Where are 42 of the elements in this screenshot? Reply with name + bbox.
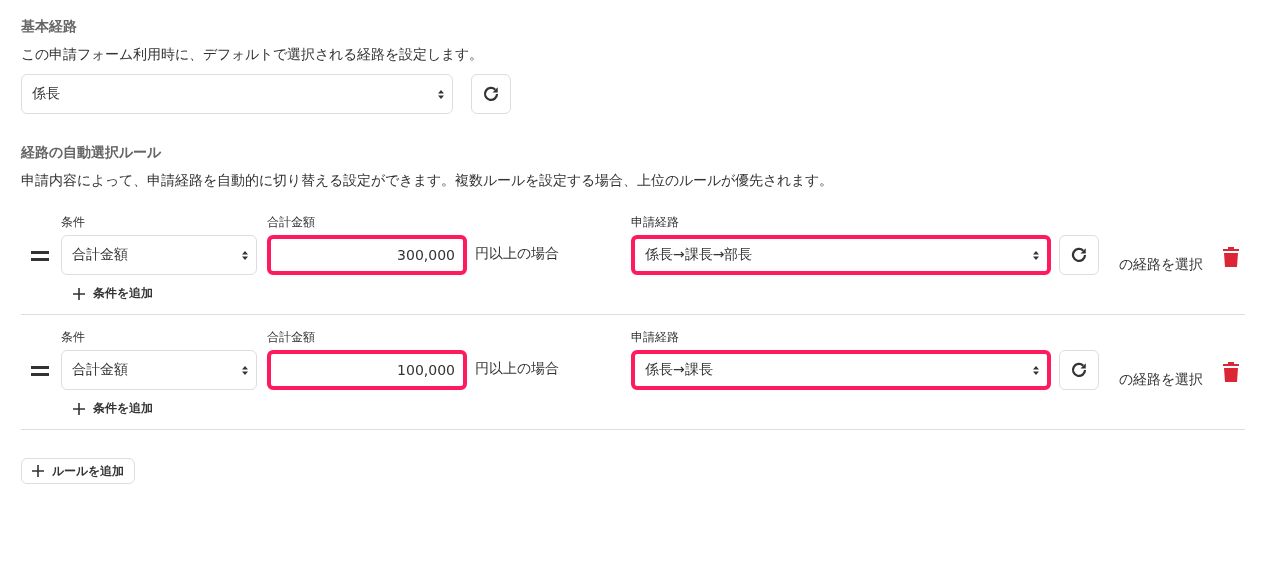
refresh-button[interactable] [1059, 235, 1099, 275]
plus-icon [73, 287, 85, 300]
route-suffix: の経路を選択 [1119, 370, 1203, 389]
select-caret-icon [1033, 365, 1039, 375]
refresh-icon [482, 85, 500, 103]
field-label: 条件 [61, 329, 86, 346]
add-rule-button[interactable]: ルールを追加 [21, 458, 135, 484]
route-select[interactable]: 係長→課長→部長 [631, 235, 1051, 275]
drag-handle-icon[interactable] [31, 251, 49, 261]
route-select[interactable]: 係長 [21, 74, 453, 114]
trash-icon[interactable] [1223, 247, 1239, 267]
section-heading: 経路の自動選択ルール [21, 144, 162, 162]
refresh-icon [1070, 246, 1088, 264]
select-caret-icon [242, 365, 248, 375]
amount-field[interactable]: 100,000 [267, 350, 467, 390]
amount-field[interactable]: 300,000 [267, 235, 467, 275]
field-label: 申請経路 [631, 214, 680, 231]
field-label: 条件 [61, 214, 86, 231]
select-caret-icon [438, 89, 444, 99]
select-caret-icon [242, 250, 248, 260]
plus-icon [32, 465, 44, 477]
drag-handle-icon[interactable] [31, 366, 49, 376]
trash-icon[interactable] [1223, 362, 1239, 382]
section-heading: 基本経路 [21, 18, 78, 36]
field-label: 申請経路 [631, 329, 680, 346]
field-label: 合計金額 [267, 214, 316, 231]
condition-select[interactable]: 合計金額 [61, 235, 257, 275]
refresh-button[interactable] [1059, 350, 1099, 390]
field-label: 合計金額 [267, 329, 316, 346]
route-suffix: の経路を選択 [1119, 255, 1203, 274]
add-condition-button[interactable]: 条件を追加 [73, 285, 153, 302]
select-caret-icon [1033, 250, 1039, 260]
add-condition-button[interactable]: 条件を追加 [73, 400, 153, 417]
condition-select[interactable]: 合計金額 [61, 350, 257, 390]
section-description: 申請内容によって、申請経路を自動的に切り替える設定ができます。複数ルールを設定する場合、上位のルールが優先されます。 [21, 172, 834, 190]
condition-suffix: 円以上の場合 [474, 360, 560, 378]
condition-suffix: 円以上の場合 [474, 245, 560, 263]
route-select[interactable]: 係長→課長 [631, 350, 1051, 390]
section-description: この申請フォーム利用時に、デフォルトで選択される経路を設定します。 [21, 46, 484, 64]
refresh-icon [1070, 361, 1088, 379]
plus-icon [73, 402, 85, 415]
refresh-button[interactable] [471, 74, 511, 114]
